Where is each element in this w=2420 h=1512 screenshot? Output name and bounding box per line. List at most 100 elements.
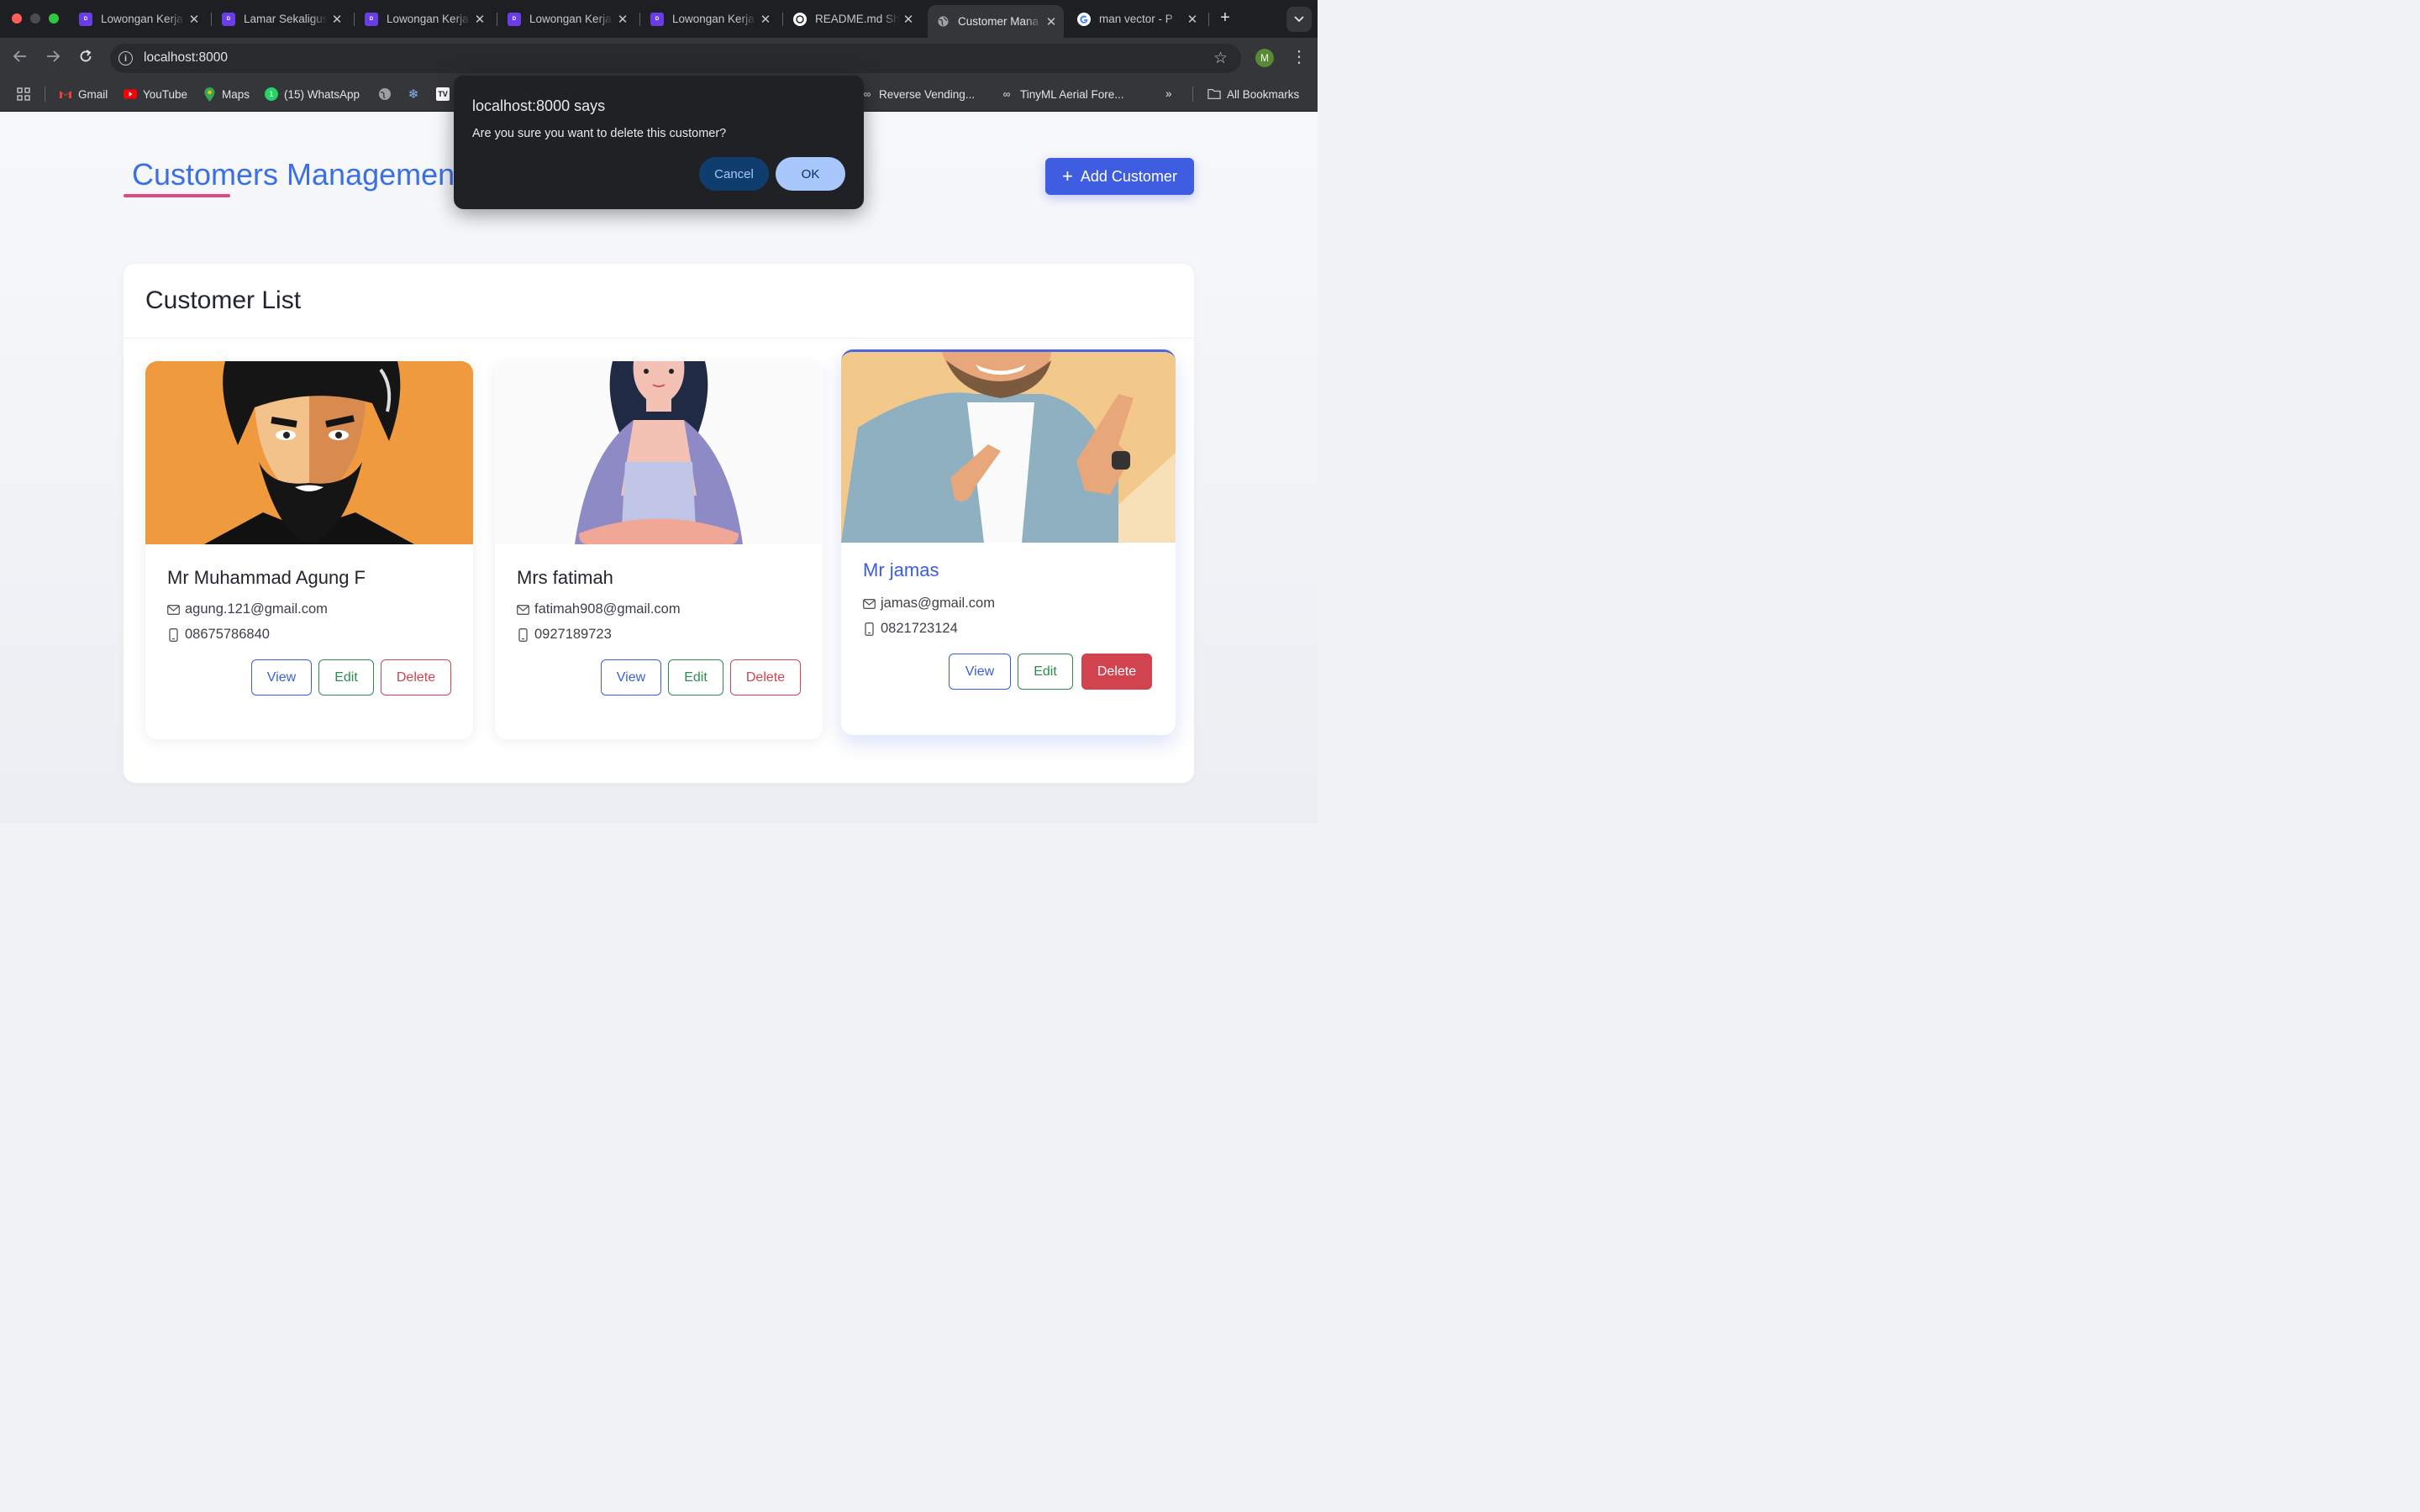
tab-man-vector[interactable]: man vector - P ✕ — [1069, 7, 1205, 31]
maps-icon — [203, 87, 216, 102]
tab-lamar-sekaligus[interactable]: D Lamar Sekaligus ✕ — [213, 7, 350, 31]
envelope-icon — [863, 598, 876, 609]
close-tab-icon[interactable]: ✕ — [756, 12, 775, 27]
address-bar[interactable]: i localhost:8000 ☆ — [110, 44, 1241, 73]
customer-phone: 0821723124 — [863, 621, 958, 637]
browser-menu-icon[interactable]: ⋮ — [1291, 46, 1307, 67]
close-tab-icon[interactable]: ✕ — [1042, 14, 1060, 29]
whatsapp-icon: 1 — [265, 87, 278, 101]
tab-title: Lowongan Kerja — [529, 13, 612, 25]
delete-button[interactable]: Delete — [1081, 654, 1152, 690]
customer-phone-text: 0927189723 — [534, 627, 612, 642]
site-info-icon[interactable]: i — [118, 51, 133, 66]
bookmark-label: All Bookmarks — [1227, 87, 1300, 101]
edit-button[interactable]: Edit — [318, 659, 374, 696]
close-tab-icon[interactable]: ✕ — [328, 12, 346, 27]
customer-email: fatimah908@gmail.com — [517, 601, 681, 617]
view-button[interactable]: View — [251, 659, 312, 696]
view-button[interactable]: View — [949, 654, 1011, 690]
customer-phone-text: 0821723124 — [881, 621, 958, 636]
add-customer-button[interactable]: + Add Customer — [1045, 158, 1194, 195]
bookmark-snowflake[interactable]: ❄ — [407, 87, 426, 102]
close-tab-icon[interactable]: ✕ — [899, 12, 918, 27]
new-tab-button[interactable]: + — [1217, 8, 1234, 28]
delete-button[interactable]: Delete — [730, 659, 801, 696]
bookmark-gmail[interactable]: Gmail — [59, 87, 108, 101]
bookmark-globe[interactable] — [378, 87, 397, 101]
apps-grid-icon[interactable] — [17, 87, 30, 101]
close-tab-icon[interactable]: ✕ — [613, 12, 632, 27]
youtube-icon — [124, 87, 137, 101]
forward-button[interactable] — [44, 49, 62, 68]
customer-phone: 08675786840 — [167, 627, 270, 643]
tab-lowongan-kerja-4[interactable]: D Lowongan Kerja ✕ — [642, 7, 778, 31]
customer-photo — [841, 352, 1176, 543]
edit-button[interactable]: Edit — [668, 659, 723, 696]
customer-photo — [495, 361, 823, 544]
globe-icon — [936, 15, 950, 29]
dialog-cancel-button[interactable]: Cancel — [699, 157, 769, 191]
dialog-title: localhost:8000 says — [472, 97, 606, 114]
bookmark-tradingview[interactable]: TV — [436, 87, 455, 101]
tab-title: Customer Mana — [958, 15, 1039, 28]
minimize-window-button[interactable] — [30, 13, 40, 24]
maximize-window-button[interactable] — [49, 13, 59, 24]
bookmark-label: Gmail — [78, 87, 108, 101]
page-title: Customers Management — [124, 157, 460, 192]
tab-strip: D Lowongan Kerja ✕ D Lamar Sekaligus ✕ D… — [0, 0, 1318, 38]
bookmark-whatsapp[interactable]: 1 (15) WhatsApp — [265, 87, 360, 101]
dialog-ok-button[interactable]: OK — [776, 157, 845, 191]
envelope-icon — [167, 604, 180, 615]
customer-list-card: Customer List Mr Muhammad Agung F agung.… — [124, 264, 1194, 783]
profile-avatar[interactable]: M — [1255, 49, 1274, 67]
edit-button[interactable]: Edit — [1018, 654, 1073, 690]
close-window-button[interactable] — [12, 13, 22, 24]
more-bookmarks-icon[interactable]: » — [1165, 87, 1172, 100]
delete-button[interactable]: Delete — [381, 659, 451, 696]
tab-readme[interactable]: README.md Sh ✕ — [785, 7, 921, 31]
bookmark-label: Reverse Vending... — [879, 87, 976, 101]
close-tab-icon[interactable]: ✕ — [185, 12, 203, 27]
reload-button[interactable] — [76, 49, 95, 68]
bookmark-maps[interactable]: Maps — [203, 87, 250, 102]
bookmark-youtube[interactable]: YouTube — [124, 87, 187, 101]
tab-search-button[interactable] — [1286, 7, 1312, 32]
bookmark-reverse-vending[interactable]: ∞ Reverse Vending... — [861, 87, 975, 101]
tab-lowongan-kerja-2[interactable]: D Lowongan Kerja ✕ — [356, 7, 492, 31]
url-text[interactable]: localhost:8000 — [144, 50, 228, 66]
tab-lowongan-kerja-3[interactable]: D Lowongan Kerja ✕ — [499, 7, 635, 31]
bookmark-tinyml[interactable]: ∞ TinyML Aerial Fore... — [999, 87, 1124, 101]
back-button[interactable] — [11, 49, 29, 68]
envelope-icon — [517, 604, 529, 615]
customer-card: Mr jamas jamas@gmail.com 0821723124 View… — [841, 349, 1176, 735]
infinity-icon: ∞ — [1002, 88, 1011, 100]
bookmark-label: Maps — [222, 87, 250, 101]
globe-icon — [378, 87, 392, 101]
customer-email-text: agung.121@gmail.com — [185, 601, 328, 617]
openai-icon — [793, 12, 807, 26]
bookmark-star-icon[interactable]: ☆ — [1213, 49, 1228, 68]
close-tab-icon[interactable]: ✕ — [471, 12, 489, 27]
customer-email: agung.121@gmail.com — [167, 601, 328, 617]
browser-toolbar: i localhost:8000 ☆ M ⋮ — [0, 38, 1318, 78]
tab-title: Lowongan Kerja — [387, 13, 469, 25]
view-button[interactable]: View — [601, 659, 661, 696]
gmail-icon — [59, 87, 72, 101]
phone-icon — [863, 622, 876, 636]
tab-title: Lamar Sekaligus — [244, 13, 328, 25]
bookmark-label: YouTube — [143, 87, 188, 101]
customer-name: Mr Muhammad Agung F — [167, 567, 366, 588]
page-content: Customers Management + Add Customer Cust… — [0, 112, 1318, 823]
all-bookmarks[interactable]: All Bookmarks — [1207, 87, 1299, 101]
dealls-icon: D — [365, 12, 378, 26]
tab-title: Lowongan Kerja — [101, 13, 183, 25]
customer-name: Mr jamas — [863, 559, 939, 580]
tab-customer-management[interactable]: Customer Mana ✕ — [928, 5, 1064, 38]
phone-icon — [167, 627, 180, 642]
close-tab-icon[interactable]: ✕ — [1183, 12, 1202, 27]
customer-list-title: Customer List — [145, 286, 302, 314]
tab-lowongan-kerja-1[interactable]: D Lowongan Kerja ✕ — [71, 7, 207, 31]
plus-icon: + — [1062, 165, 1073, 186]
dealls-icon: D — [650, 12, 664, 26]
customer-email-text: jamas@gmail.com — [881, 596, 995, 611]
